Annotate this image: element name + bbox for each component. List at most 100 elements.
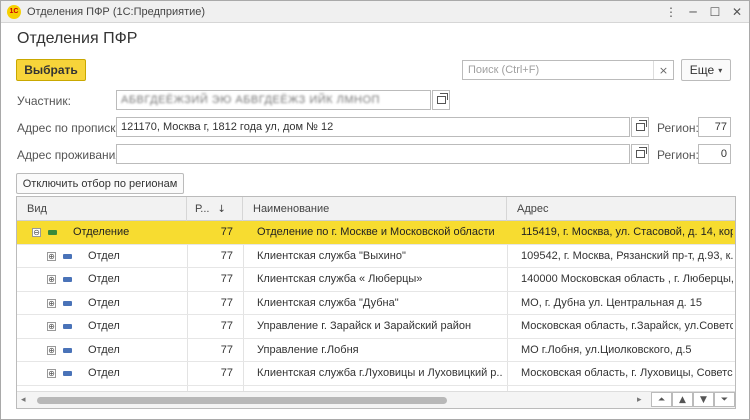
cell-kind: Отдел bbox=[88, 320, 120, 332]
cell-region: 77 bbox=[220, 249, 233, 262]
cell-kind: Отделение bbox=[73, 226, 130, 238]
registration-address-field[interactable]: 121170, Москва г, 1812 года ул, дом № 12 bbox=[116, 117, 630, 137]
table-row[interactable]: ⊕ Отдел 77 Управление г.Лобня МО г.Лобня, ул… bbox=[17, 339, 735, 362]
open-icon bbox=[436, 93, 448, 104]
residence-region-field[interactable]: 0 bbox=[698, 144, 731, 164]
app-window: 1С Отделения ПФР (1С:Предприятие) ⋮ ─ ☐ … bbox=[0, 0, 750, 420]
minimize-icon[interactable]: ─ bbox=[685, 4, 701, 20]
cell-kind: Отдел bbox=[88, 367, 120, 379]
select-button[interactable]: Выбрать bbox=[16, 59, 86, 81]
go-down-icon[interactable]: ▼ bbox=[693, 392, 714, 407]
cell-name: Отделение по г. Москве и Московской обла… bbox=[257, 226, 495, 238]
expand-icon[interactable]: ⊕ bbox=[47, 322, 56, 331]
column-header-address[interactable]: Адрес bbox=[507, 197, 735, 221]
close-icon[interactable]: ✕ bbox=[729, 4, 745, 20]
go-first-icon[interactable]: ⏶ bbox=[651, 392, 672, 407]
column-header-kind[interactable]: Вид bbox=[17, 197, 187, 221]
sort-descending-icon: ↓ bbox=[217, 204, 226, 215]
chevron-down-icon: ▾ bbox=[718, 65, 723, 75]
table-row[interactable]: ⊖ Отделение 77 Отделение по г. Москве и Мос… bbox=[17, 221, 735, 245]
disable-region-filter-button[interactable]: Отключить отбор по регионам bbox=[16, 173, 184, 194]
expand-icon[interactable]: ⊕ bbox=[47, 345, 56, 355]
column-header-region[interactable]: Р... ↓ bbox=[187, 197, 243, 221]
table-header: Вид Р... ↓ Наименование Адрес bbox=[17, 197, 735, 221]
registration-region-field[interactable]: 77 bbox=[698, 117, 731, 137]
cell-region: 77 bbox=[220, 367, 233, 379]
window-title: Отделения ПФР (1С:Предприятие) bbox=[27, 5, 206, 18]
cell-kind: Отдел bbox=[88, 273, 120, 285]
open-icon bbox=[635, 147, 647, 158]
table-row[interactable]: ⊕ Отдел 77 Клиентская служба « Люберцы» 1400… bbox=[17, 268, 735, 292]
cell-region: 77 bbox=[220, 273, 233, 285]
registration-address-value: 121170, Москва г, 1812 года ул, дом № 12 bbox=[121, 121, 334, 133]
scroll-right-icon[interactable]: ▸ bbox=[637, 395, 642, 405]
cell-kind: Отдел bbox=[88, 249, 120, 262]
column-header-name[interactable]: Наименование bbox=[243, 197, 507, 221]
table-row[interactable]: ⊕ Отдел 77 Клиентская служба г.Луховицы и Л… bbox=[17, 362, 735, 386]
participant-value: АБВГДЕЁЖЗИЙ ЭЮ АБВГДЕЁЖЗ ИЙК ЛМНОП bbox=[121, 94, 380, 106]
residence-region-label: Регион: bbox=[657, 148, 699, 162]
group-icon bbox=[63, 277, 72, 282]
cell-name: Управление г. Зарайск и Зарайский район bbox=[257, 320, 472, 332]
scroll-left-icon[interactable]: ◂ bbox=[21, 395, 26, 405]
participant-open-button[interactable] bbox=[432, 90, 450, 110]
cell-address: МО, г. Дубна ул. Центральная д. 15 bbox=[521, 296, 702, 309]
search-input[interactable] bbox=[463, 61, 653, 79]
residence-address-label: Адрес проживания: bbox=[17, 148, 126, 162]
more-button-label: Еще bbox=[689, 63, 715, 77]
cell-address: 140000 Московская область , г. Люберцы, … bbox=[521, 273, 733, 285]
cell-kind: Отдел bbox=[88, 296, 120, 309]
cell-address: 109542, г. Москва, Рязанский пр-т, д.93,… bbox=[521, 249, 733, 262]
registration-region-label: Регион: bbox=[657, 121, 699, 135]
cell-region: 77 bbox=[220, 226, 233, 238]
registration-address-label: Адрес по прописке: bbox=[17, 121, 126, 135]
table-row[interactable]: ⊕ Отдел 77 Клиентская служба "Выхино" 109542… bbox=[17, 245, 735, 268]
group-icon bbox=[63, 253, 72, 259]
open-icon bbox=[635, 120, 647, 131]
more-button[interactable]: Еще ▾ bbox=[681, 59, 731, 81]
table-row[interactable]: ⊕ Отдел 77 Управление г. Зарайск и Зарайски… bbox=[17, 315, 735, 339]
registration-region-value: 77 bbox=[714, 121, 727, 133]
cell-kind: Отдел bbox=[88, 343, 120, 356]
cell-name: Клиентская служба "Дубна" bbox=[257, 296, 399, 309]
cell-address: 115419, г. Москва, ул. Стасовой, д. 14, … bbox=[521, 226, 733, 238]
window-controls: ⋮ ─ ☐ ✕ bbox=[663, 4, 745, 20]
go-up-icon[interactable]: ▲ bbox=[672, 392, 693, 407]
expand-icon[interactable]: ⊕ bbox=[47, 251, 56, 261]
group-icon bbox=[63, 347, 72, 353]
scrollbar-thumb[interactable] bbox=[37, 397, 447, 404]
cell-address: МО г.Лобня, ул.Циолковского, д.5 bbox=[521, 343, 692, 356]
app-logo-icon: 1С bbox=[7, 4, 21, 19]
title-bar: 1С Отделения ПФР (1С:Предприятие) ⋮ ─ ☐ … bbox=[1, 1, 749, 23]
cell-region: 77 bbox=[220, 343, 233, 356]
horizontal-scrollbar[interactable]: ◂ ▸ bbox=[17, 391, 735, 408]
participant-label: Участник: bbox=[17, 94, 71, 108]
table-row[interactable]: ⊕ Отдел 77 Клиентская служба "Дубна" МО, г. … bbox=[17, 292, 735, 315]
cell-region: 77 bbox=[220, 296, 233, 309]
menu-icon[interactable]: ⋮ bbox=[663, 4, 679, 20]
participant-field[interactable]: АБВГДЕЁЖЗИЙ ЭЮ АБВГДЕЁЖЗ ИЙК ЛМНОП bbox=[116, 90, 431, 110]
maximize-icon[interactable]: ☐ bbox=[707, 4, 723, 20]
group-icon bbox=[48, 230, 57, 235]
residence-address-open-button[interactable] bbox=[631, 144, 649, 164]
clear-search-icon[interactable]: × bbox=[653, 61, 673, 79]
expand-icon[interactable]: ⊕ bbox=[47, 275, 56, 284]
residence-address-field[interactable] bbox=[116, 144, 630, 164]
cell-address: Московская область, г. Луховицы, Советск bbox=[521, 367, 733, 379]
registration-address-open-button[interactable] bbox=[631, 117, 649, 137]
group-icon bbox=[63, 300, 72, 306]
cell-name: Клиентская служба г.Луховицы и Луховицки… bbox=[257, 367, 502, 379]
expand-icon[interactable]: ⊕ bbox=[47, 298, 56, 308]
go-last-icon[interactable]: ⏷ bbox=[714, 392, 735, 407]
page-title: Отделения ПФР bbox=[17, 30, 138, 47]
cell-name: Управление г.Лобня bbox=[257, 343, 359, 356]
expand-icon[interactable]: ⊕ bbox=[47, 369, 56, 378]
group-icon bbox=[63, 371, 72, 376]
residence-region-value: 0 bbox=[720, 148, 727, 160]
cell-name: Клиентская служба « Люберцы» bbox=[257, 273, 423, 285]
cell-address: Московская область, г.Зарайск, ул.Советс… bbox=[521, 320, 733, 332]
search-box: × bbox=[462, 60, 674, 80]
offices-table: Вид Р... ↓ Наименование Адрес ⊖ Отделение 7… bbox=[16, 196, 736, 409]
cell-name: Клиентская служба "Выхино" bbox=[257, 249, 406, 262]
collapse-icon[interactable]: ⊖ bbox=[32, 228, 41, 237]
